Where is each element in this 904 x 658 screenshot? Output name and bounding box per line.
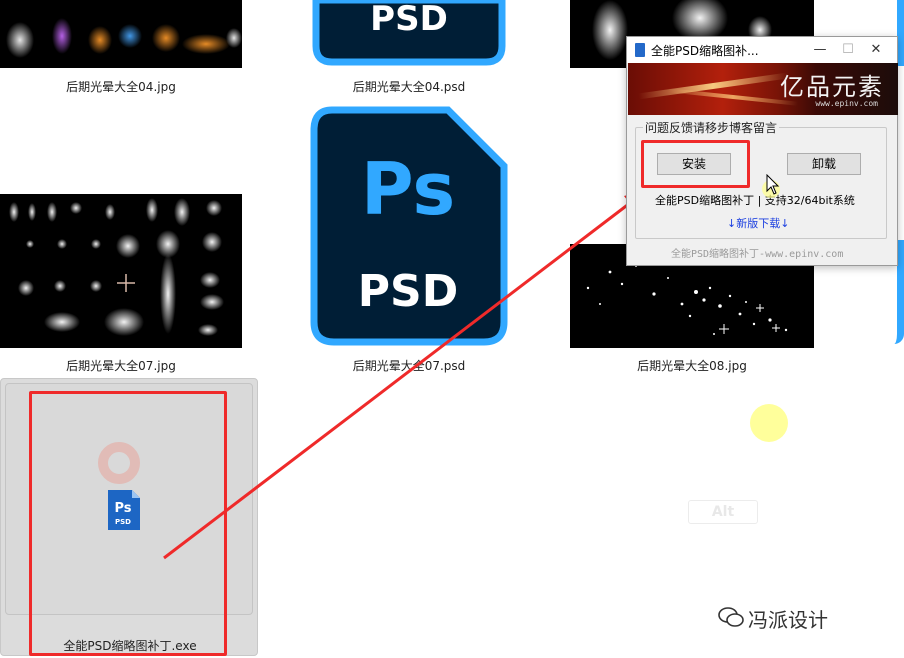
mouse-cursor-icon — [766, 174, 780, 195]
feedback-label: 问题反馈请移步博客留言 — [643, 119, 780, 136]
wechat-icon — [718, 607, 744, 627]
banner-streak — [668, 88, 798, 106]
dialog-banner: 亿品元素 www.epinv.com — [628, 63, 898, 115]
minimize-button[interactable]: — — [809, 40, 831, 60]
download-link[interactable]: ↓新版下载↓ — [727, 215, 789, 231]
maximize-button[interactable]: ☐ — [837, 40, 859, 60]
brand-url: www.epinv.com — [815, 99, 878, 108]
support-info: 全能PSD缩略图补丁 | 支持32/64bit系统 — [655, 194, 855, 207]
keypress-overlay: Alt — [688, 500, 758, 524]
watermark-text: 冯派设计 — [748, 608, 828, 632]
dialog-title: 全能PSD缩略图补... — [651, 44, 759, 58]
close-button[interactable]: ✕ — [865, 40, 887, 60]
installer-dialog[interactable]: 全能PSD缩略图补... — ☐ ✕ 亿品元素 www.epinv.com 问题… — [626, 36, 898, 266]
click-highlight — [750, 404, 788, 442]
install-button[interactable]: 安装 — [657, 153, 731, 175]
watermark: 冯派设计 — [718, 604, 828, 633]
brand-logo: 亿品元素 — [780, 73, 884, 101]
dialog-titlebar[interactable]: 全能PSD缩略图补... — ☐ ✕ — [627, 37, 897, 63]
uninstall-button[interactable]: 卸载 — [787, 153, 861, 175]
app-icon — [635, 43, 645, 57]
dialog-footer: 全能PSD缩略图补丁-www.epinv.com — [671, 249, 844, 260]
